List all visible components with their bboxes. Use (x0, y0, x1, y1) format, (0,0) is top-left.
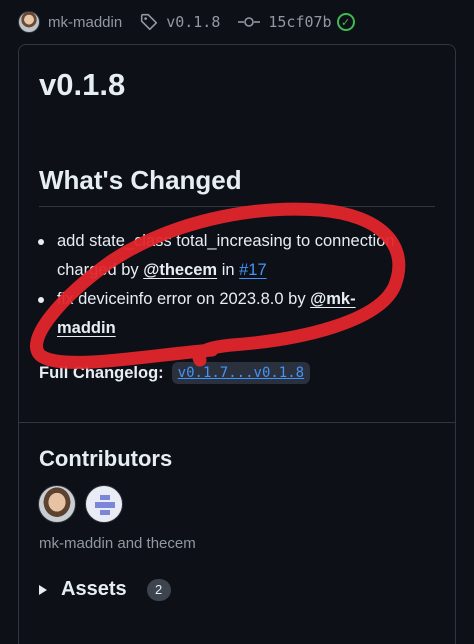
commit-hash[interactable]: 15cf07b (268, 13, 331, 31)
list-item: fix deviceinfo error on 2023.8.0 by @mk-… (38, 285, 397, 343)
change-list: add state_class total_increasing to conn… (38, 227, 397, 343)
user-mention-link[interactable]: @thecem (143, 261, 217, 279)
assets-count-badge: 2 (146, 578, 171, 601)
disclosure-triangle-icon (39, 584, 47, 595)
assets-toggle[interactable]: Assets 2 (39, 578, 171, 601)
release-header-bar: mk-maddin v0.1.8 15cf07b ✓ (0, 0, 474, 44)
whats-changed-heading: What's Changed (39, 165, 242, 195)
avatar[interactable] (38, 485, 76, 523)
release-title: v0.1.8 (39, 67, 126, 102)
change-text: in (217, 261, 240, 279)
change-text: fix deviceinfo error on 2023.8.0 by (57, 290, 311, 308)
contributors-heading: Contributors (39, 446, 173, 471)
contributor-names: mk-maddin and thecem (39, 535, 196, 552)
commit-link[interactable]: 15cf07b ✓ (238, 13, 355, 31)
section-divider (19, 422, 455, 423)
assets-label: Assets (61, 578, 127, 600)
tag-icon (141, 13, 158, 31)
compare-link[interactable]: v0.1.7...v0.1.8 (171, 362, 311, 384)
full-changelog: Full Changelog: v0.1.7...v0.1.8 (39, 362, 311, 384)
release-card: v0.1.8 What's Changed add state_class to… (18, 44, 456, 644)
heading-divider (39, 206, 435, 207)
check-circle-icon[interactable]: ✓ (336, 13, 355, 31)
avatar[interactable] (85, 485, 123, 523)
author-link[interactable]: mk-maddin (18, 11, 122, 33)
git-commit-icon (238, 17, 261, 27)
full-changelog-label: Full Changelog: (39, 363, 164, 382)
tag-link[interactable]: v0.1.8 (140, 13, 220, 31)
author-name[interactable]: mk-maddin (48, 14, 122, 31)
list-item: add state_class total_increasing to conn… (38, 227, 397, 285)
identicon (95, 495, 115, 515)
contributor-avatars (38, 485, 132, 523)
tag-name[interactable]: v0.1.8 (166, 13, 220, 31)
author-avatar (18, 11, 40, 33)
issue-link[interactable]: #17 (239, 261, 267, 279)
